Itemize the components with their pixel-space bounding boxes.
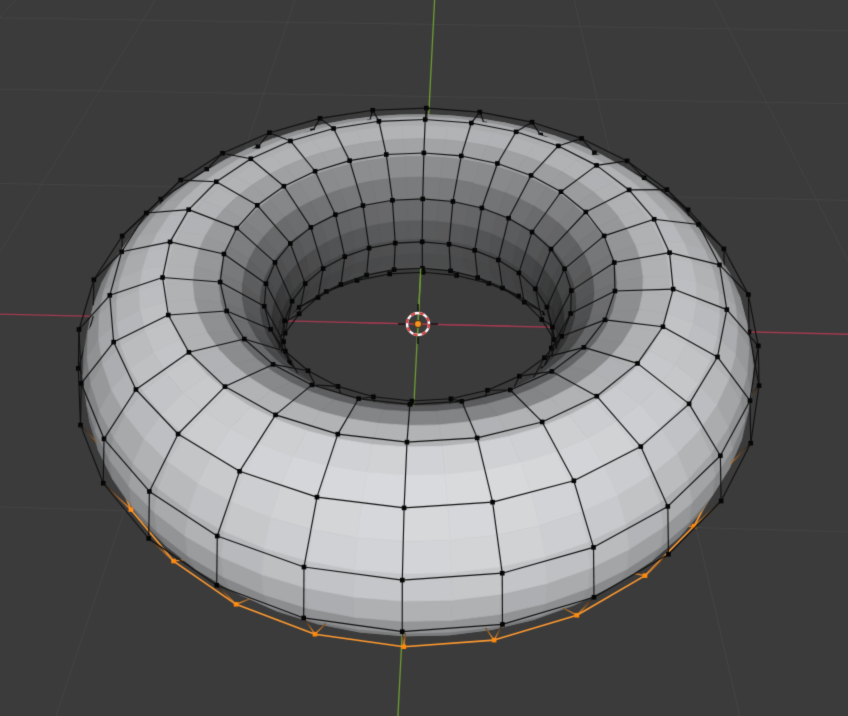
active-vertex[interactable] (711, 353, 737, 379)
object-origin-dot[interactable] (405, 311, 431, 337)
blender-3d-viewport[interactable] (0, 0, 848, 716)
